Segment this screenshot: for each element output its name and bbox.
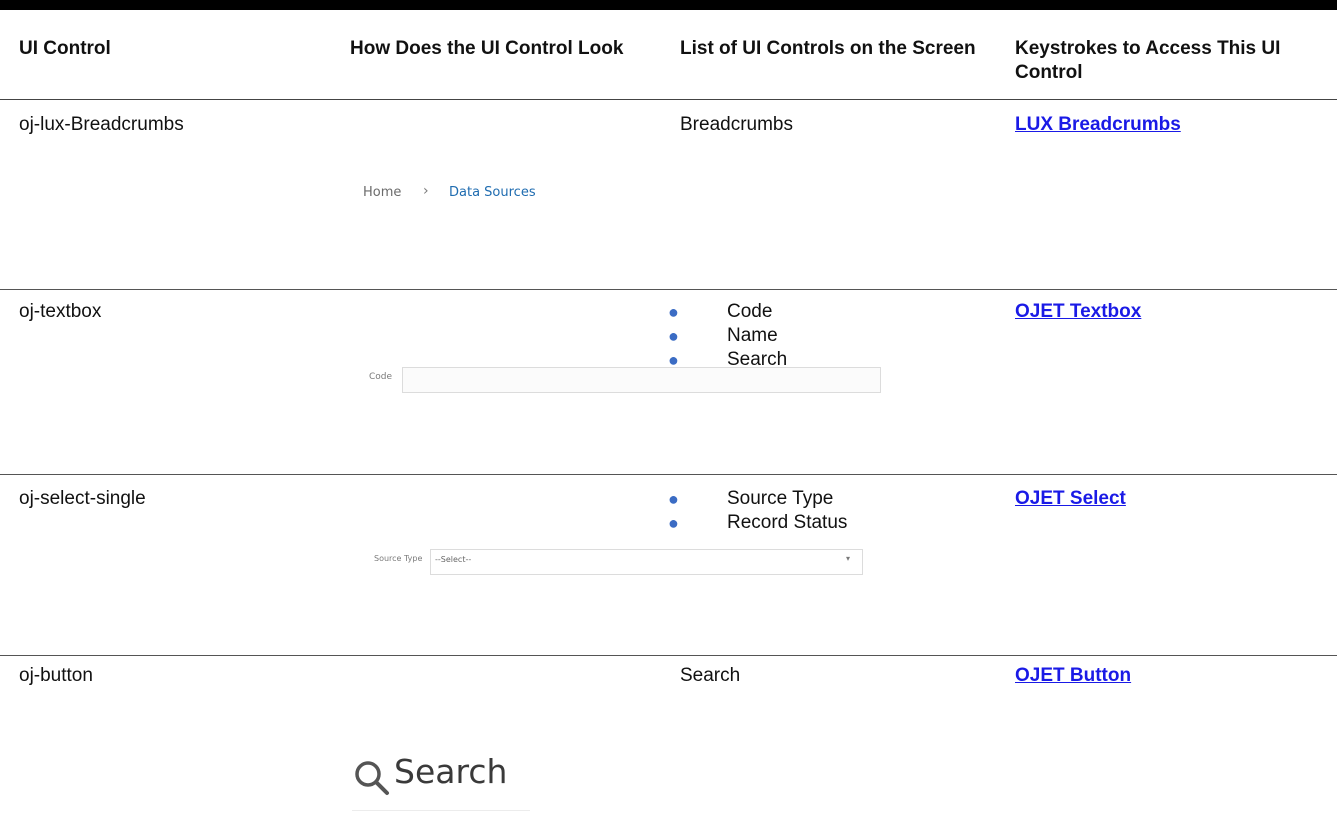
keystroke-link[interactable]: OJET Select	[1015, 487, 1126, 511]
keystroke-link[interactable]: LUX Breadcrumbs	[1015, 113, 1181, 137]
button-sample-underline	[352, 810, 530, 811]
top-rule	[0, 0, 1337, 10]
header-how-it-looks: How Does the UI Control Look	[350, 38, 624, 59]
list-item-label: Name	[727, 325, 778, 346]
search-icon	[355, 761, 389, 795]
bullet-icon: ●	[668, 350, 679, 370]
control-name: oj-button	[19, 665, 93, 686]
bullet-icon: ●	[668, 302, 679, 322]
bullet-icon: ●	[668, 489, 679, 509]
breadcrumb-home: Home	[363, 185, 402, 200]
control-name: oj-select-single	[19, 488, 146, 509]
list-item: ● Record Status	[665, 511, 847, 535]
header-ui-control: UI Control	[19, 38, 111, 59]
button-sample-label: Search	[394, 752, 508, 791]
chevron-down-icon: ▾	[845, 554, 850, 563]
row-divider	[0, 655, 1337, 656]
bullet-icon: ●	[668, 326, 679, 346]
keystroke-link[interactable]: OJET Button	[1015, 664, 1131, 688]
header-rule	[0, 99, 1337, 100]
textbox-sample-field	[402, 367, 881, 393]
breadcrumb-current: Data Sources	[449, 185, 536, 200]
list-text: Search	[680, 665, 741, 686]
row-divider	[0, 474, 1337, 475]
keystroke-link[interactable]: OJET Textbox	[1015, 300, 1141, 324]
header-keystrokes: Keystrokes to Access This UI Control	[1015, 38, 1281, 83]
textbox-sample-label: Code	[369, 372, 393, 382]
list-item: ● Source Type	[665, 487, 847, 511]
select-sample-value: --Select--	[435, 555, 472, 564]
control-list: ● Source Type ● Record Status	[665, 487, 847, 535]
list-item: ● Search	[665, 348, 787, 372]
list-item-label: Record Status	[727, 512, 848, 533]
list-item-label: Code	[727, 301, 773, 322]
row-divider	[0, 289, 1337, 290]
textbox-sample: Code	[369, 367, 889, 397]
control-list: ● Code ● Name ● Search	[665, 300, 787, 372]
select-sample-label: Source Type	[374, 554, 423, 563]
button-sample: Search	[352, 752, 572, 828]
bullet-icon: ●	[668, 513, 679, 533]
select-sample: Source Type --Select-- ▾	[374, 549, 874, 579]
select-sample-field: --Select-- ▾	[430, 549, 863, 575]
breadcrumb-sample: Home › Data Sources	[363, 183, 613, 205]
list-item: ● Code	[665, 300, 787, 324]
list-item-label: Source Type	[727, 488, 834, 509]
list-item-label: Search	[727, 349, 788, 370]
list-item: ● Name	[665, 324, 787, 348]
control-name: oj-textbox	[19, 301, 102, 322]
header-list-of-controls: List of UI Controls on the Screen	[680, 38, 976, 59]
chevron-right-icon: ›	[423, 183, 429, 199]
list-text: Breadcrumbs	[680, 114, 793, 135]
control-name: oj-lux-Breadcrumbs	[19, 114, 184, 135]
